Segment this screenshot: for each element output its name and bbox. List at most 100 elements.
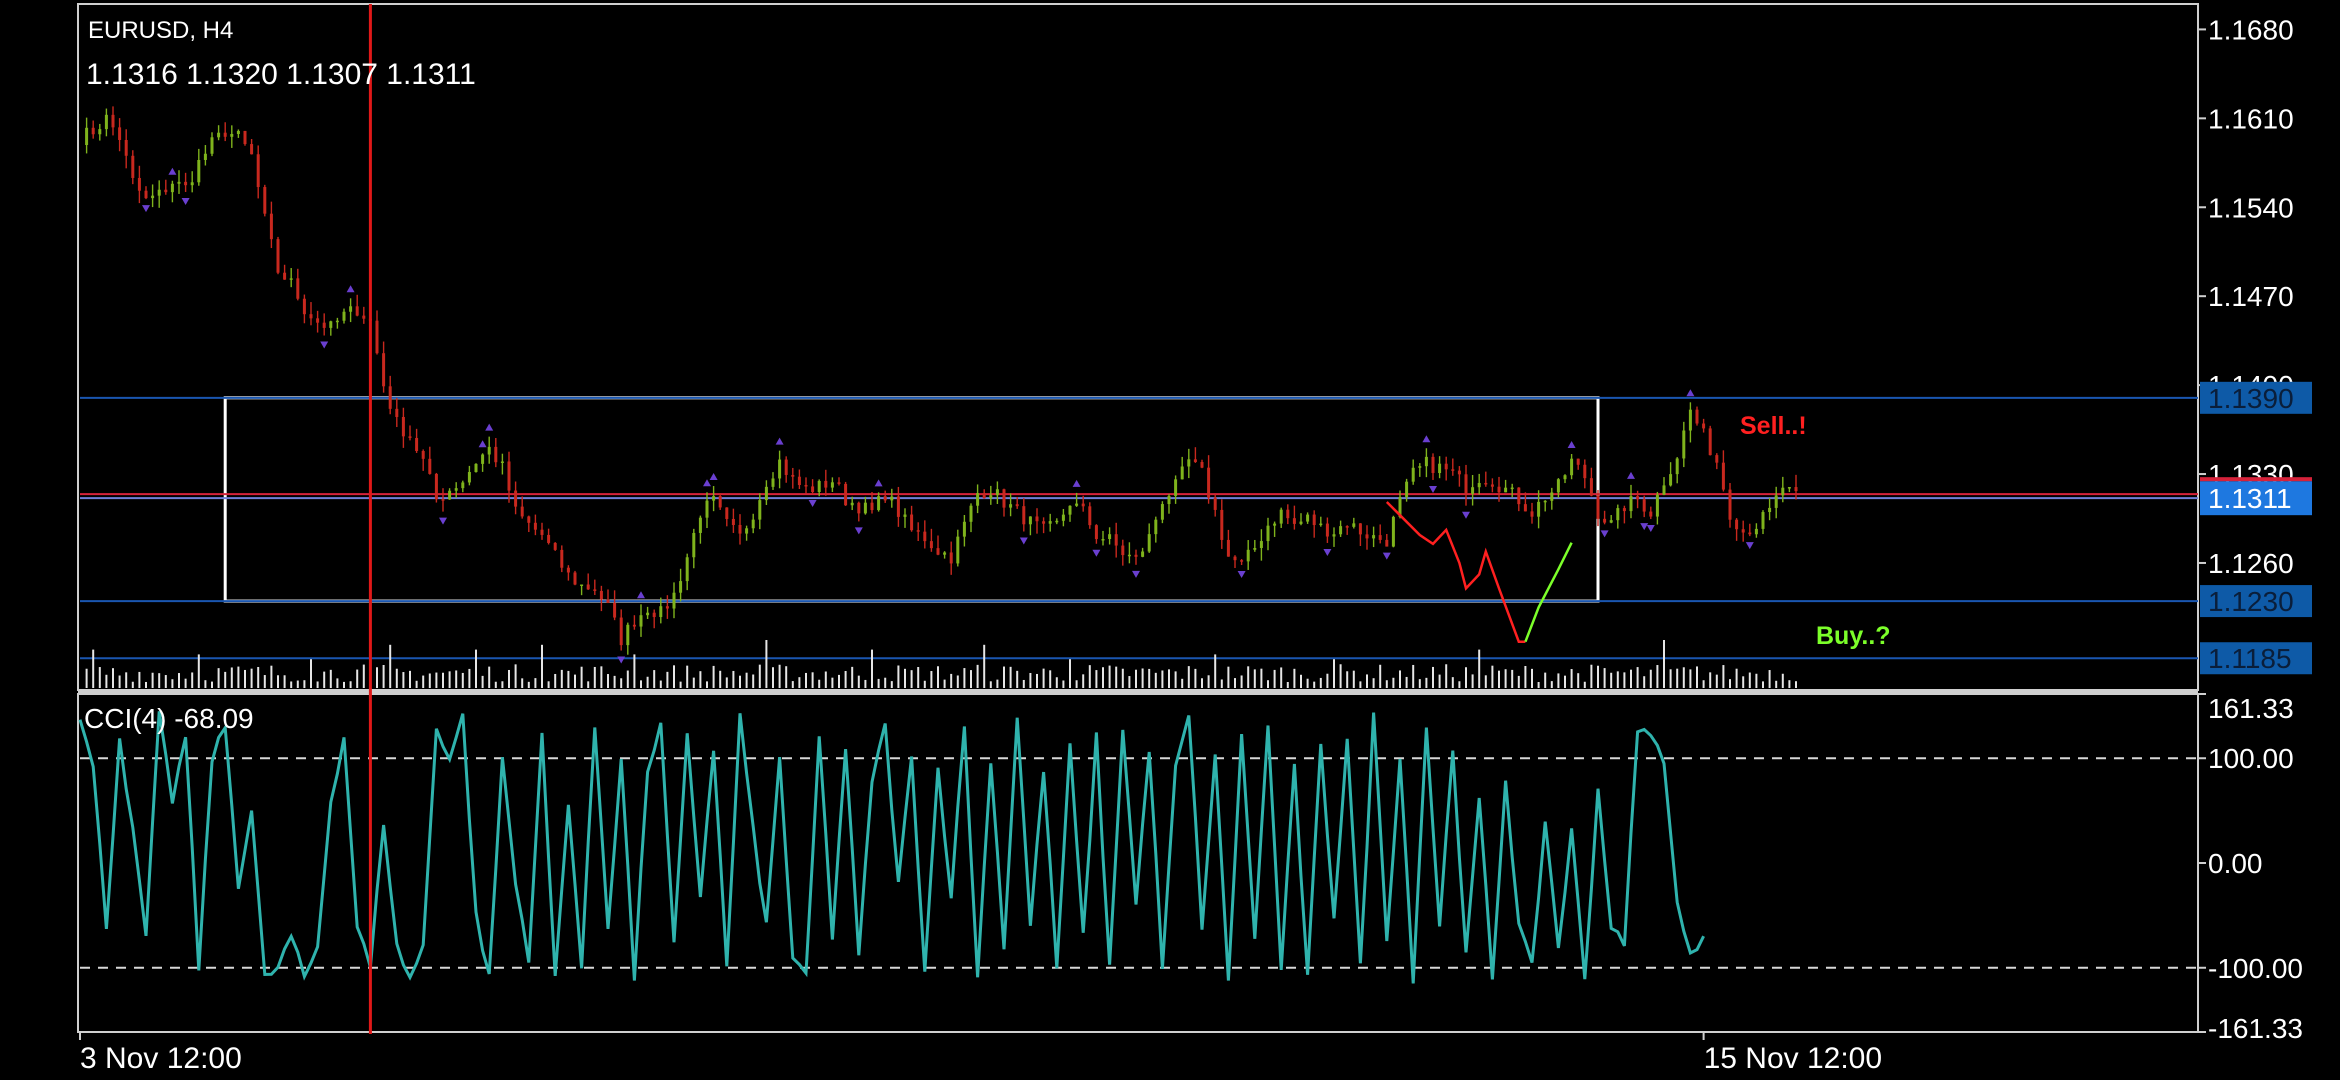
candle-body [1444,463,1448,470]
candle-body [778,459,782,479]
cci-tick-label: 100.00 [2208,743,2294,774]
price-tick-label: 1.1540 [2208,192,2294,223]
candle-body [1537,501,1541,517]
candle-body [131,155,135,178]
candle-body [1345,526,1349,528]
candle-body [692,532,696,558]
candle-body [791,474,795,477]
fractal-down-arrow [1745,542,1754,550]
candle-body [540,529,544,535]
fractal-down-arrow [808,500,817,508]
candlesticks [85,106,1798,655]
candle-body [421,451,425,459]
candle-body [844,483,848,506]
candle-body [771,478,775,487]
candle-body [1253,547,1257,550]
candle-body [1372,535,1376,539]
candle-body [256,154,260,188]
candle-body [316,318,320,323]
fractal-down-arrow [1429,485,1437,493]
candle-body [520,506,524,517]
time-tick-label: 3 Nov 12:00 [80,1042,242,1075]
candle-body [1504,487,1508,493]
candle-body [1662,485,1666,495]
candle-body [1794,487,1798,492]
candle-body [137,177,141,191]
candle-body [1279,509,1283,524]
candle-body [936,548,940,555]
candle-body [1391,516,1395,547]
candle-body [1015,504,1019,507]
candle-body [586,584,590,590]
candle-body [401,416,405,437]
candle-body [349,306,353,312]
candle-body [797,476,801,485]
candle-body [302,298,306,315]
candle-body [1061,514,1065,521]
candle-body [500,461,504,463]
fractal-down-arrow [1323,548,1332,556]
candle-body [613,602,617,618]
candle-body [1055,520,1059,523]
fractal-down-arrow [1382,552,1391,560]
time-tick-label: 15 Nov 12:00 [1704,1042,1882,1075]
candle-body [1497,486,1501,493]
candle-body [448,490,452,500]
candle-body [989,495,993,499]
candle-body [1134,554,1138,557]
candle-body [1319,523,1323,526]
candle-body [1306,514,1310,522]
projection-paths [1385,501,1573,643]
fractal-up-arrow [168,167,177,175]
candle-body [1114,534,1118,546]
candle-body [91,127,95,135]
candle-body [1642,499,1646,512]
candle-body [1622,508,1626,512]
candle-body [1543,500,1547,503]
cci-line [78,711,1705,984]
candle-body [362,315,366,319]
candle-body [1563,475,1567,480]
candle-body [804,484,808,487]
candle-body [250,144,254,155]
candle-body [164,189,168,193]
candle-body [863,502,867,514]
candle-body [606,599,610,603]
candle-body [1655,494,1659,517]
fractal-down-arrow [1646,525,1655,533]
fractal-arrows [142,167,1754,664]
candle-body [1477,482,1481,488]
candle-body [738,524,742,534]
candle-body [342,311,346,321]
candle-body [976,493,980,506]
price-tick-label: 1.1470 [2208,281,2294,312]
trading-chart[interactable]: 1.16801.16101.15401.14701.14001.13301.12… [0,0,2340,1080]
candle-body [1490,484,1494,487]
fractal-down-arrow [142,205,150,213]
candle-body [124,139,128,156]
candle-body [1081,503,1085,507]
candle-body [1708,428,1712,456]
candle-body [1200,462,1204,468]
candle-body [177,181,181,184]
candle-body [1226,539,1230,557]
candle-body [481,454,485,464]
candle-body [1675,458,1679,475]
level-lines: 1.1390 1.1230 1.1185 1.1311 [80,381,2312,675]
candle-body [296,278,300,299]
candle-body [85,127,89,146]
candle-body [903,514,907,517]
candle-body [1048,521,1052,524]
candle-body [494,446,498,463]
candle-body [335,320,339,323]
fractal-down-arrow [320,341,329,349]
candle-body [1325,523,1329,537]
candle-body [1108,534,1112,540]
candle-body [289,278,293,280]
candle-body [322,322,326,328]
candle-body [969,505,973,522]
candle-body [830,482,834,488]
fractal-up-arrow [485,423,494,431]
candle-body [1352,523,1356,527]
candle-body [1002,489,1006,508]
